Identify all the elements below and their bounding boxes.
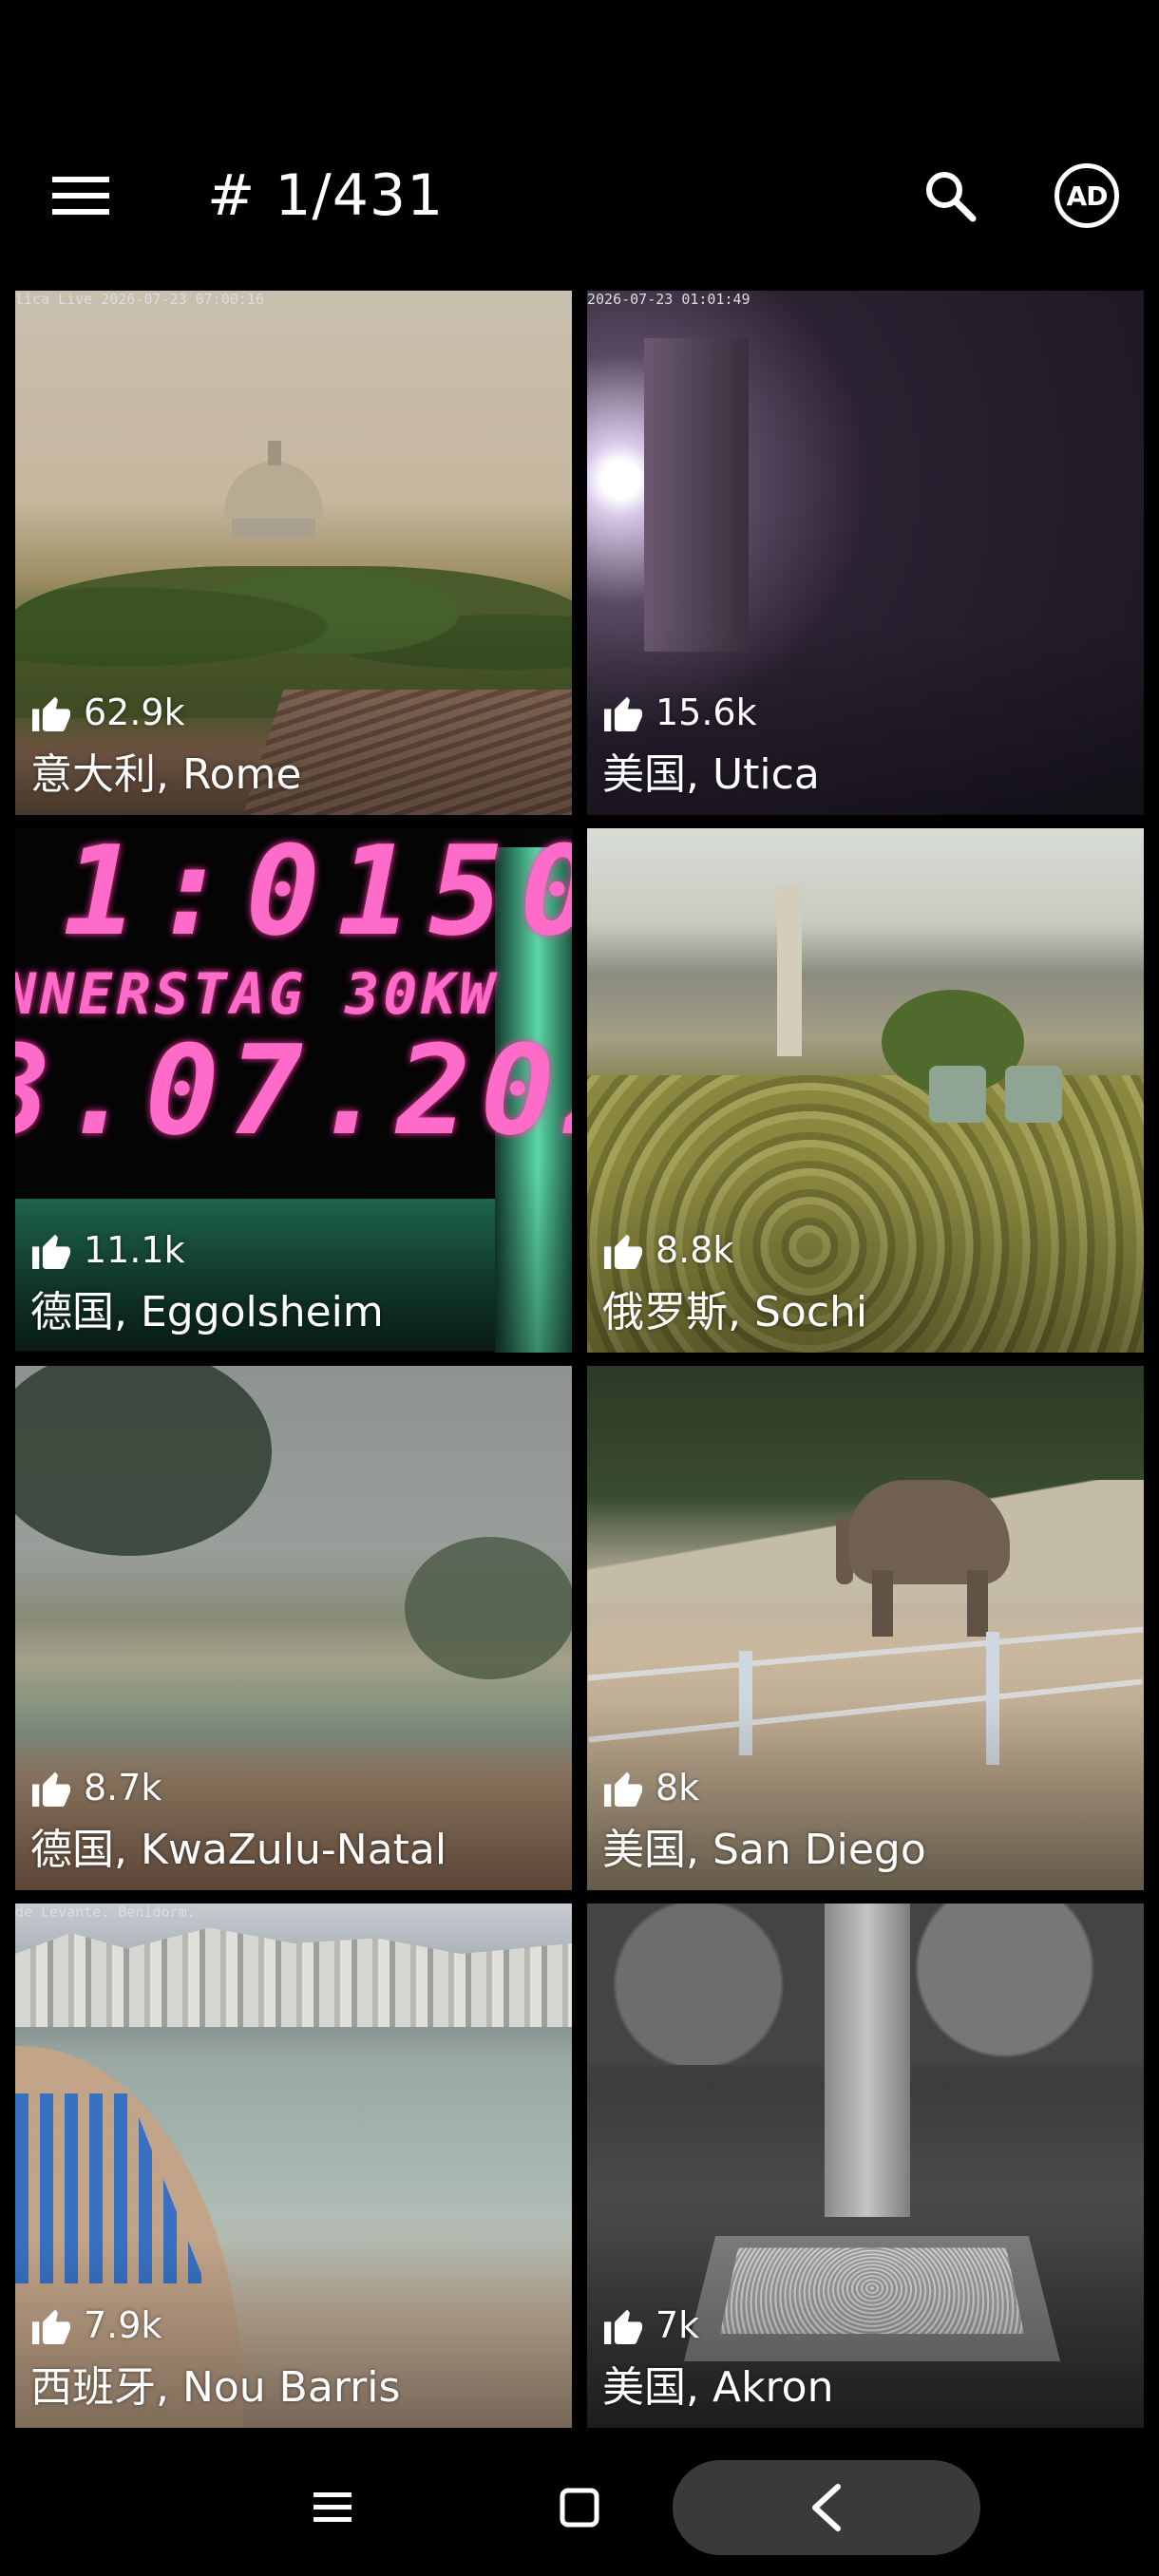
home-icon xyxy=(560,2488,599,2528)
webcam-tile[interactable]: 8.8k 俄罗斯, Sochi xyxy=(587,828,1144,1353)
like-count-text: 7k xyxy=(656,2304,700,2346)
webcam-location: 德国, KwaZulu-Natal xyxy=(30,1826,447,1874)
webcam-location: 俄罗斯, Sochi xyxy=(602,1288,868,1336)
webcam-location: 西班牙, Nou Barris xyxy=(30,2363,401,2412)
search-icon xyxy=(926,172,977,222)
like-count: 8.7k xyxy=(30,1765,162,1810)
webcam-location: 美国, Utica xyxy=(602,750,820,799)
like-count-text: 15.6k xyxy=(656,691,757,733)
webcam-location: 德国, Eggolsheim xyxy=(30,1288,384,1336)
like-count: 7.9k xyxy=(30,2302,162,2348)
back-button[interactable] xyxy=(673,2460,980,2555)
system-nav-bar xyxy=(0,2439,1159,2576)
app-bar: # 1/431 AD xyxy=(0,133,1159,258)
menu-button[interactable] xyxy=(40,160,122,232)
ad-label: AD xyxy=(1066,180,1109,212)
like-count-text: 11.1k xyxy=(84,1229,185,1271)
like-count-text: 8.8k xyxy=(656,1229,734,1271)
webcam-timestamp: de Levante. Benidorm. xyxy=(15,1904,196,1921)
webcam-location: 美国, San Diego xyxy=(602,1826,926,1874)
like-count: 11.1k xyxy=(30,1227,185,1273)
webcam-tile[interactable]: 62.9k 意大利, Rome xyxy=(15,291,572,815)
webcam-tile[interactable]: 1:0150 NNERSTAG 30KW 3.07.2026 11.1k 德国,… xyxy=(15,828,572,1353)
thumbs-up-icon xyxy=(32,696,70,731)
thumbs-up-icon xyxy=(604,1234,642,1269)
webcam-tile[interactable]: 8k 美国, San Diego xyxy=(587,1366,1144,1890)
recents-icon xyxy=(314,2492,352,2522)
like-count: 8.8k xyxy=(602,1227,733,1273)
webcam-tile[interactable]: 7.9k 西班牙, Nou Barris xyxy=(15,1904,572,2428)
hamburger-menu-icon xyxy=(52,177,109,215)
clock-display-date: 3.07.2026 xyxy=(15,1018,572,1163)
webcam-timestamp: 2026-07-23 01:01:49 xyxy=(587,291,750,308)
like-count-text: 7.9k xyxy=(84,2304,162,2346)
like-count: 15.6k xyxy=(602,690,757,735)
search-button[interactable] xyxy=(912,158,988,234)
like-count: 62.9k xyxy=(30,690,185,735)
like-count-text: 8k xyxy=(656,1767,700,1809)
webcam-tile[interactable]: 8.7k 德国, KwaZulu-Natal xyxy=(15,1366,572,1890)
thumbs-up-icon xyxy=(604,1771,642,1807)
webcam-location: 美国, Akron xyxy=(602,2363,834,2412)
like-count-text: 62.9k xyxy=(84,691,185,733)
home-button[interactable] xyxy=(532,2460,627,2555)
page-title: # 1/431 xyxy=(207,162,445,229)
back-icon xyxy=(812,2484,841,2531)
remove-ads-button[interactable]: AD xyxy=(1054,163,1119,228)
webcam-location: 意大利, Rome xyxy=(30,750,302,799)
webcam-tile[interactable]: 15.6k 美国, Utica xyxy=(587,291,1144,815)
thumbs-up-icon xyxy=(32,1771,70,1807)
like-count: 8k xyxy=(602,1765,699,1810)
clock-display-time: 1:0150 xyxy=(63,828,572,963)
webcam-tile[interactable]: 7k 美国, Akron xyxy=(587,1904,1144,2428)
thumbs-up-icon xyxy=(604,2309,642,2344)
thumbs-up-icon xyxy=(604,696,642,731)
thumbs-up-icon xyxy=(32,1234,70,1269)
like-count-text: 8.7k xyxy=(84,1767,162,1809)
thumbs-up-icon xyxy=(32,2309,70,2344)
webcam-timestamp: lica Live 2026-07-23 07:00:16 xyxy=(15,291,264,308)
like-count: 7k xyxy=(602,2302,699,2348)
recents-button[interactable] xyxy=(285,2460,380,2555)
